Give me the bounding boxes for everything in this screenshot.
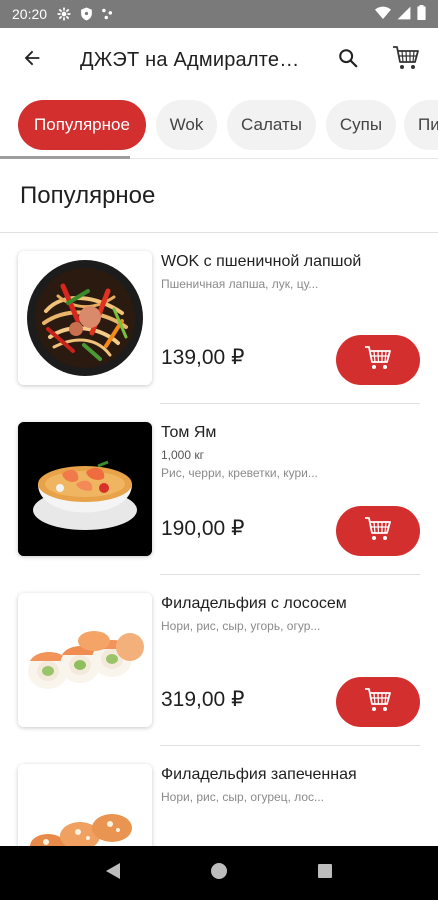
category-tabs: Популярное Wok Салаты Супы Пи <box>0 92 438 162</box>
cart-add-icon <box>364 687 392 718</box>
cart-button[interactable] <box>384 40 428 80</box>
product-description: Пшеничная лапша, лук, цу... <box>161 277 319 291</box>
add-to-cart-button[interactable] <box>336 506 420 556</box>
search-button[interactable] <box>326 40 370 80</box>
add-to-cart-button[interactable] <box>336 677 420 727</box>
page-title: ДЖЭТ на Адмиралтейской <box>80 48 300 71</box>
wifi-icon <box>375 6 391 23</box>
cart-add-icon <box>364 345 392 376</box>
cart-icon <box>392 45 420 76</box>
tab-popular[interactable]: Популярное <box>18 100 146 150</box>
add-to-cart-button[interactable] <box>336 335 420 385</box>
product-price: 139,00 ₽ <box>161 346 245 369</box>
shield-status-icon <box>79 7 93 21</box>
tab-wok[interactable]: Wok <box>156 100 217 150</box>
product-description: Нори, рис, сыр, огурец, лос... <box>161 790 325 804</box>
search-icon <box>337 47 359 74</box>
tab-partial[interactable]: Пи <box>404 100 438 150</box>
settings-status-icon <box>57 7 71 21</box>
product-image-philadelphia <box>18 593 152 727</box>
nav-recents-button[interactable] <box>310 858 340 888</box>
nav-back-button[interactable] <box>98 858 128 888</box>
battery-icon <box>417 5 426 23</box>
status-bar: 20:20 <box>0 0 438 28</box>
section-title: Популярное <box>20 182 156 209</box>
signal-icon <box>397 6 411 23</box>
product-card[interactable]: WOK с пшеничной лапшой Пшеничная лапша, … <box>0 233 438 404</box>
product-weight: 1,000 кг <box>161 448 204 462</box>
product-name: Филадельфия с лососем <box>161 595 347 612</box>
status-right <box>375 5 426 23</box>
square-recents-icon <box>317 863 333 884</box>
product-description: Нори, рис, сыр, угорь, огур... <box>161 619 321 633</box>
tabs-scroll-indicator <box>0 156 130 159</box>
product-image-tom-yam <box>18 422 152 556</box>
product-price: 190,00 ₽ <box>161 517 245 540</box>
product-name: Филадельфия запеченная <box>161 766 357 783</box>
product-name: Том Ям <box>161 424 217 441</box>
product-name: WOK с пшеничной лапшой <box>161 253 362 270</box>
product-description: Рис, черри, креветки, кури... <box>161 466 318 480</box>
product-image-wok <box>18 251 152 385</box>
nav-home-button[interactable] <box>204 858 234 888</box>
tab-salads[interactable]: Салаты <box>227 100 316 150</box>
tab-soups[interactable]: Супы <box>326 100 396 150</box>
app-bar: ДЖЭТ на Адмиралтейской <box>0 28 438 92</box>
product-card[interactable]: Филадельфия с лососем Нори, рис, сыр, уг… <box>0 575 438 746</box>
triangle-back-icon <box>105 862 121 885</box>
circle-home-icon <box>210 862 228 885</box>
dots-status-icon <box>101 7 115 21</box>
cart-add-icon <box>364 516 392 547</box>
arrow-left-icon <box>21 47 43 74</box>
product-price: 319,00 ₽ <box>161 688 245 711</box>
system-nav-bar <box>0 846 438 900</box>
status-time: 20:20 <box>12 6 48 22</box>
back-button[interactable] <box>0 28 64 92</box>
product-card[interactable]: Том Ям 1,000 кг Рис, черри, креветки, ку… <box>0 404 438 575</box>
